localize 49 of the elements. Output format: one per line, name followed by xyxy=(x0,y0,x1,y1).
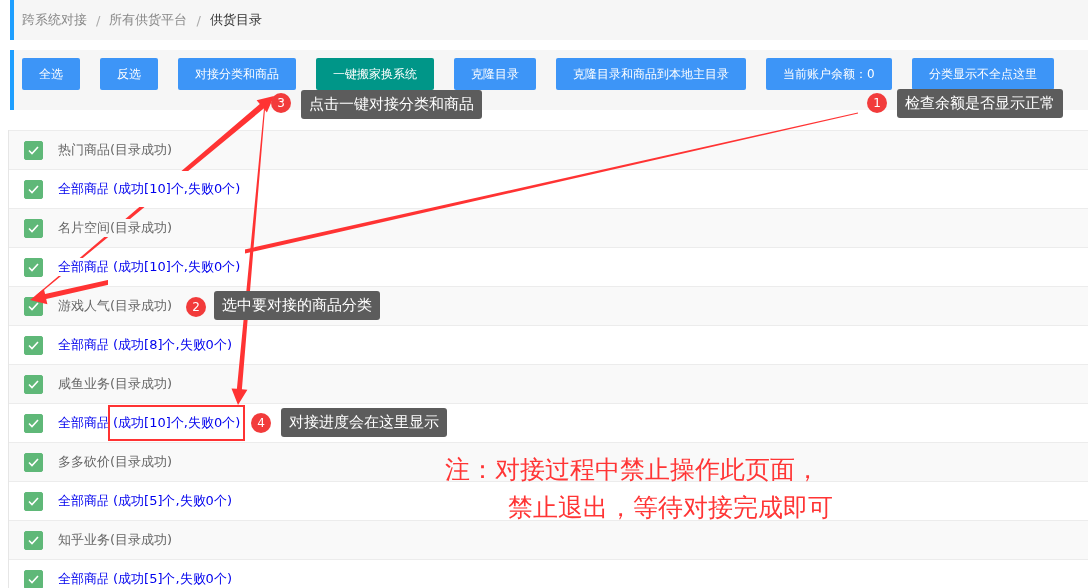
breadcrumb-link[interactable]: 所有供货平台 xyxy=(109,11,188,29)
callout-tooltip: 点击一键对接分类和商品 xyxy=(301,90,482,119)
callout-tooltip: 选中要对接的商品分类 xyxy=(214,291,380,320)
check-icon xyxy=(28,145,39,155)
toolbar-button[interactable]: 一键搬家换系统 xyxy=(316,58,434,90)
toolbar-button[interactable]: 当前账户余额：0 xyxy=(766,58,892,90)
check-icon xyxy=(28,340,39,350)
check-icon xyxy=(28,223,39,233)
breadcrumb-separator: / xyxy=(96,12,101,28)
check-icon xyxy=(28,535,39,545)
checkbox[interactable] xyxy=(24,179,43,199)
checkbox[interactable] xyxy=(24,335,43,355)
import-status: (成功[10]个,失败0个) xyxy=(108,405,246,441)
toolbar-button[interactable]: 全选 xyxy=(22,58,80,90)
breadcrumb-link[interactable]: 跨系统对接 xyxy=(22,11,87,29)
category-label: 多多砍价(目录成功) xyxy=(58,453,173,471)
checkbox[interactable] xyxy=(24,257,43,277)
checkbox[interactable] xyxy=(24,491,43,511)
callout-tooltip: 检查余额是否显示正常 xyxy=(897,89,1063,118)
category-label: 知乎业务(目录成功) xyxy=(58,531,173,549)
check-icon xyxy=(28,301,39,311)
toolbar-button[interactable]: 克隆目录 xyxy=(454,58,536,90)
callout-tooltip: 对接进度会在这里显示 xyxy=(281,408,447,437)
category-label: 热门商品(目录成功) xyxy=(58,141,173,159)
checkbox[interactable] xyxy=(24,413,43,433)
toolbar-button[interactable]: 克隆目录和商品到本地主目录 xyxy=(556,58,746,90)
checkbox[interactable] xyxy=(24,569,43,588)
toolbar-button[interactable]: 反选 xyxy=(100,58,158,90)
check-icon xyxy=(28,457,39,467)
check-icon xyxy=(28,262,39,272)
category-label: 游戏人气(目录成功) xyxy=(58,297,173,315)
toolbar-button[interactable]: 分类显示不全点这里 xyxy=(911,58,1054,90)
category-label: 咸鱼业务(目录成功) xyxy=(58,375,173,393)
breadcrumb-separator: / xyxy=(196,12,201,28)
checkbox[interactable] xyxy=(24,140,43,160)
check-icon xyxy=(28,184,39,194)
checkbox[interactable] xyxy=(24,530,43,550)
check-icon xyxy=(28,574,39,584)
checkbox[interactable] xyxy=(24,452,43,472)
checkbox[interactable] xyxy=(24,218,43,238)
checkbox[interactable] xyxy=(24,374,43,394)
check-icon xyxy=(28,418,39,428)
category-label: 名片空间(目录成功) xyxy=(58,219,173,237)
warning-note: 禁止退出，等待对接完成即可 xyxy=(508,492,833,524)
toolbar-button[interactable]: 对接分类和商品 xyxy=(178,58,296,90)
check-icon xyxy=(28,496,39,506)
check-icon xyxy=(28,379,39,389)
warning-note: 注：对接过程中禁止操作此页面， xyxy=(445,454,820,486)
import-status: (成功[10]个,失败0个) xyxy=(108,249,246,285)
